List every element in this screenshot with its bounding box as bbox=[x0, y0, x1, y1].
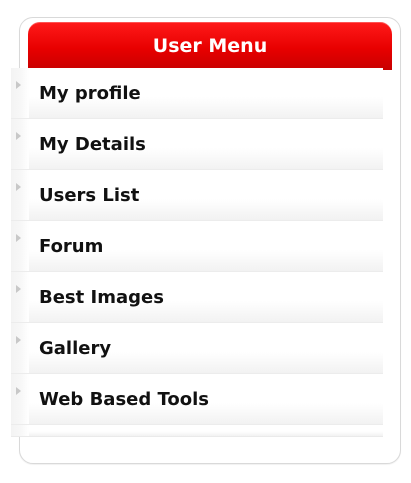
menu-list-footer bbox=[11, 425, 383, 437]
user-menu-title: User Menu bbox=[152, 35, 268, 57]
menu-item-forum[interactable]: Forum bbox=[11, 221, 383, 272]
menu-item-my-profile[interactable]: My profile bbox=[11, 68, 383, 119]
menu-item-label: My Details bbox=[39, 134, 146, 155]
user-menu-header: User Menu bbox=[28, 22, 392, 70]
chevron-right-icon bbox=[16, 336, 21, 344]
menu-item-best-images[interactable]: Best Images bbox=[11, 272, 383, 323]
menu-item-label: Web Based Tools bbox=[39, 389, 210, 410]
chevron-right-icon bbox=[16, 132, 21, 140]
menu-item-label: Forum bbox=[39, 236, 104, 257]
chevron-right-icon bbox=[16, 81, 21, 89]
chevron-right-icon bbox=[16, 234, 21, 242]
menu-item-gallery[interactable]: Gallery bbox=[11, 323, 383, 374]
menu-item-users-list[interactable]: Users List bbox=[11, 170, 383, 221]
chevron-right-icon bbox=[16, 285, 21, 293]
user-menu-list: My profile My Details Users List Forum B… bbox=[11, 68, 383, 437]
menu-item-my-details[interactable]: My Details bbox=[11, 119, 383, 170]
chevron-right-icon bbox=[16, 387, 21, 395]
menu-item-label: Best Images bbox=[39, 287, 164, 308]
menu-item-label: Gallery bbox=[39, 338, 112, 359]
menu-item-label: My profile bbox=[39, 83, 141, 104]
chevron-right-icon bbox=[16, 183, 21, 191]
menu-item-web-based-tools[interactable]: Web Based Tools bbox=[11, 374, 383, 425]
menu-item-label: Users List bbox=[39, 185, 140, 206]
